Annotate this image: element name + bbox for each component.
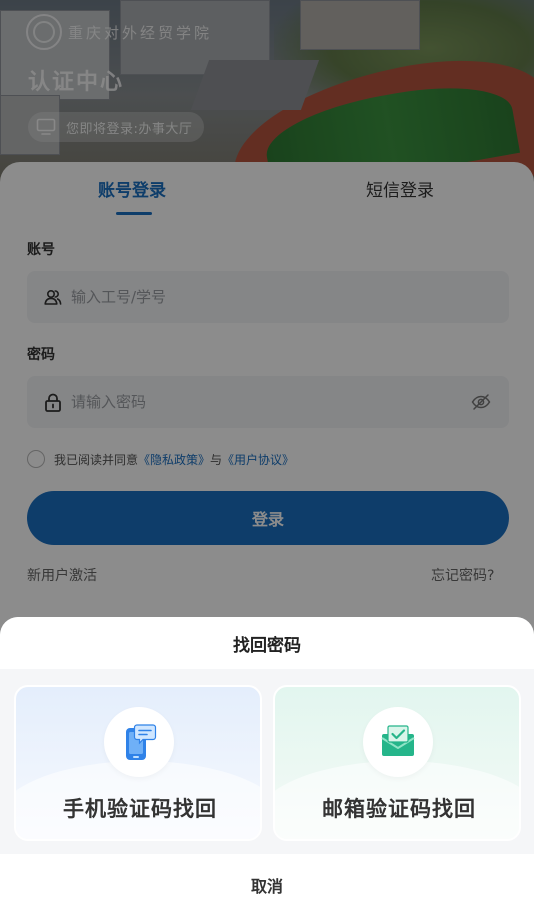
mail-check-icon (363, 707, 433, 777)
sheet-header: 找回密码 (0, 617, 534, 669)
sheet-title: 找回密码 (233, 635, 301, 656)
cancel-label: 取消 (250, 877, 283, 896)
recover-by-phone-label: 手机验证码找回 (63, 797, 217, 821)
phone-message-icon (104, 707, 174, 777)
cancel-button[interactable]: 取消 (0, 854, 534, 916)
recover-password-sheet: 找回密码 手机验证码找回 邮箱验证码找回 取消 (0, 617, 534, 916)
recover-by-email-label: 邮箱验证码找回 (322, 797, 476, 821)
recover-by-email-option[interactable]: 邮箱验证码找回 (273, 685, 521, 841)
recover-by-phone-option[interactable]: 手机验证码找回 (14, 685, 262, 841)
